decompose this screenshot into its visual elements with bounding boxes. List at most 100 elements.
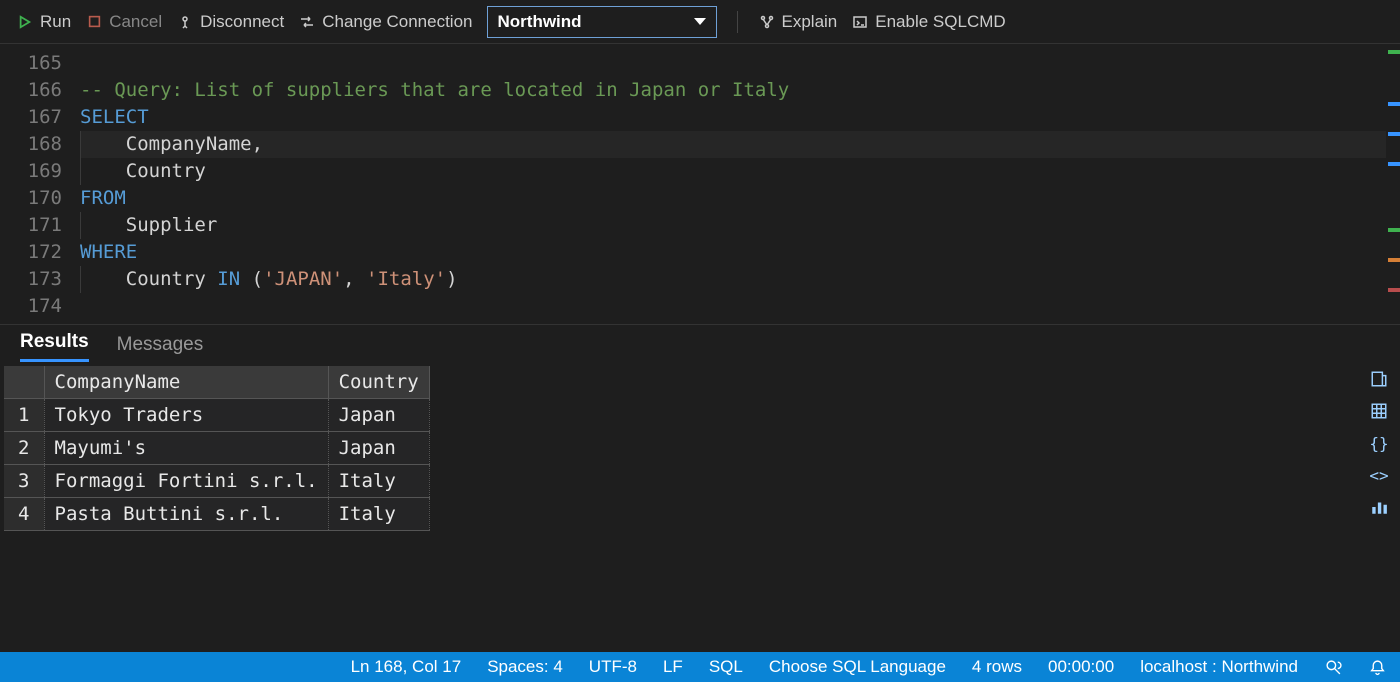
code-token: WHERE xyxy=(80,241,137,263)
code-line[interactable] xyxy=(80,50,1386,77)
row-number-cell[interactable]: 4 xyxy=(4,498,44,531)
play-icon xyxy=(16,13,34,31)
bell-icon xyxy=(1368,658,1386,676)
save-csv-button[interactable] xyxy=(1368,368,1390,390)
save-excel-button[interactable] xyxy=(1368,400,1390,422)
run-label: Run xyxy=(40,12,71,32)
cell[interactable]: Formaggi Fortini s.r.l. xyxy=(44,465,328,498)
chevron-down-icon xyxy=(694,18,706,25)
sqlcmd-icon xyxy=(851,13,869,31)
row-number-cell[interactable]: 2 xyxy=(4,432,44,465)
cell[interactable]: Italy xyxy=(328,498,429,531)
code-token: ) xyxy=(446,268,457,290)
cell[interactable]: Tokyo Traders xyxy=(44,399,328,432)
code-token: Supplier xyxy=(80,214,217,236)
code-token: -- Query: List of suppliers that are loc… xyxy=(80,79,789,101)
code-line[interactable] xyxy=(80,293,1386,320)
database-select-value: Northwind xyxy=(498,12,582,32)
line-number: 168 xyxy=(0,131,62,158)
code-line[interactable]: Country xyxy=(80,158,1386,185)
code-line[interactable]: WHERE xyxy=(80,239,1386,266)
run-button[interactable]: Run xyxy=(16,12,71,32)
results-panel: CompanyNameCountry 1Tokyo TradersJapan2M… xyxy=(0,362,1400,652)
cell[interactable]: Italy xyxy=(328,465,429,498)
status-choose-language[interactable]: Choose SQL Language xyxy=(769,657,946,677)
minimap-mark xyxy=(1388,228,1400,232)
code-token: ( xyxy=(240,268,263,290)
tab-messages[interactable]: Messages xyxy=(117,328,204,362)
row-number-cell[interactable]: 3 xyxy=(4,465,44,498)
toolbar-separator xyxy=(737,11,738,33)
line-number: 165 xyxy=(0,50,62,77)
indent-guide xyxy=(80,158,81,185)
feedback-icon xyxy=(1324,658,1342,676)
minimap-mark xyxy=(1388,258,1400,262)
line-number: 169 xyxy=(0,158,62,185)
minimap-mark xyxy=(1388,50,1400,54)
line-number: 174 xyxy=(0,293,62,320)
code-token: Country xyxy=(80,268,217,290)
cancel-button[interactable]: Cancel xyxy=(85,12,162,32)
change-connection-button[interactable]: Change Connection xyxy=(298,12,472,32)
enable-sqlcmd-button[interactable]: Enable SQLCMD xyxy=(851,12,1005,32)
chart-button[interactable] xyxy=(1368,496,1390,518)
save-xml-button[interactable]: <> xyxy=(1368,464,1390,486)
table-row[interactable]: 4Pasta Buttini s.r.l.Italy xyxy=(4,498,429,531)
table-row[interactable]: 3Formaggi Fortini s.r.l.Italy xyxy=(4,465,429,498)
database-select[interactable]: Northwind xyxy=(487,6,717,38)
change-connection-label: Change Connection xyxy=(322,12,472,32)
code-line[interactable]: Country IN ('JAPAN', 'Italy') xyxy=(80,266,1386,293)
cell[interactable]: Pasta Buttini s.r.l. xyxy=(44,498,328,531)
code-line[interactable]: CompanyName, xyxy=(80,131,1386,158)
cancel-label: Cancel xyxy=(109,12,162,32)
status-feedback-button[interactable] xyxy=(1324,658,1342,676)
row-number-header[interactable] xyxy=(4,366,44,399)
status-bar: Ln 168, Col 17 Spaces: 4 UTF-8 LF SQL Ch… xyxy=(0,652,1400,682)
line-number: 172 xyxy=(0,239,62,266)
code-token: IN xyxy=(217,268,240,290)
code-line[interactable]: Supplier xyxy=(80,212,1386,239)
minimap-mark xyxy=(1388,102,1400,106)
table-row[interactable]: 1Tokyo TradersJapan xyxy=(4,399,429,432)
status-elapsed-time[interactable]: 00:00:00 xyxy=(1048,657,1114,677)
minimap[interactable] xyxy=(1386,44,1400,324)
code-area[interactable]: -- Query: List of suppliers that are loc… xyxy=(80,44,1386,324)
status-connection[interactable]: localhost : Northwind xyxy=(1140,657,1298,677)
sql-editor[interactable]: 165166167168169170171172173174 -- Query:… xyxy=(0,44,1400,324)
status-language[interactable]: SQL xyxy=(709,657,743,677)
column-header[interactable]: CompanyName xyxy=(44,366,328,399)
minimap-mark xyxy=(1388,132,1400,136)
cell[interactable]: Japan xyxy=(328,432,429,465)
results-side-actions: {} <> xyxy=(1368,368,1390,518)
code-token: CompanyName, xyxy=(80,133,263,155)
column-header[interactable]: Country xyxy=(328,366,429,399)
row-number-cell[interactable]: 1 xyxy=(4,399,44,432)
cell[interactable]: Japan xyxy=(328,399,429,432)
cell[interactable]: Mayumi's xyxy=(44,432,328,465)
status-indentation[interactable]: Spaces: 4 xyxy=(487,657,563,677)
status-encoding[interactable]: UTF-8 xyxy=(589,657,637,677)
table-row[interactable]: 2Mayumi'sJapan xyxy=(4,432,429,465)
results-grid[interactable]: CompanyNameCountry 1Tokyo TradersJapan2M… xyxy=(4,366,430,531)
code-line[interactable]: SELECT xyxy=(80,104,1386,131)
indent-guide xyxy=(80,266,81,293)
code-line[interactable]: -- Query: List of suppliers that are loc… xyxy=(80,77,1386,104)
status-row-count[interactable]: 4 rows xyxy=(972,657,1022,677)
save-json-button[interactable]: {} xyxy=(1368,432,1390,454)
code-token: FROM xyxy=(80,187,126,209)
status-notifications-button[interactable] xyxy=(1368,658,1386,676)
explain-icon xyxy=(758,13,776,31)
line-number: 167 xyxy=(0,104,62,131)
code-line[interactable]: FROM xyxy=(80,185,1386,212)
disconnect-icon xyxy=(176,13,194,31)
code-token: 'JAPAN' xyxy=(263,268,343,290)
explain-button[interactable]: Explain xyxy=(758,12,838,32)
disconnect-button[interactable]: Disconnect xyxy=(176,12,284,32)
line-number: 170 xyxy=(0,185,62,212)
indent-guide xyxy=(80,131,81,158)
status-eol[interactable]: LF xyxy=(663,657,683,677)
tab-results[interactable]: Results xyxy=(20,325,89,362)
minimap-mark xyxy=(1388,162,1400,166)
code-token: 'Italy' xyxy=(366,268,446,290)
status-cursor[interactable]: Ln 168, Col 17 xyxy=(351,657,462,677)
